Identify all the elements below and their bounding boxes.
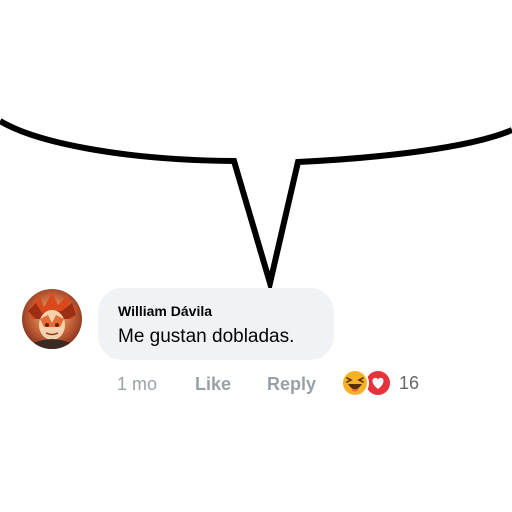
comment-timestamp[interactable]: 1 mo [117,374,157,395]
haha-icon [341,369,369,397]
comment-text: Me gustan dobladas. [118,326,295,347]
reactions-summary[interactable] [340,368,396,398]
like-button[interactable]: Like [195,374,231,395]
comment-bubble[interactable]: William Dávila Me gustan dobladas. [98,288,334,360]
reaction-count[interactable]: 16 [399,373,419,394]
love-icon [366,371,390,395]
speech-bubble-outline [0,118,512,295]
reply-button[interactable]: Reply [267,374,316,395]
comment-author[interactable]: William Dávila [118,303,212,319]
avatar[interactable] [22,289,82,349]
avatar-image [22,289,82,349]
